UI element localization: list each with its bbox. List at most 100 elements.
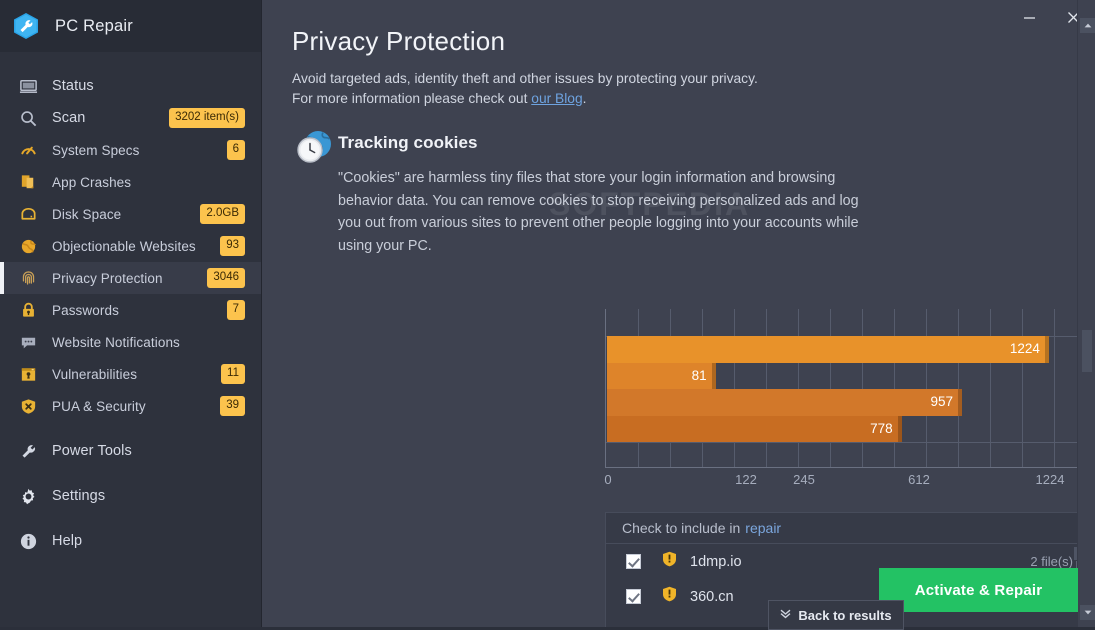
sidebar-item-status[interactable]: Status (0, 70, 261, 102)
sidebar-item-power-tools[interactable]: Power Tools (0, 435, 261, 467)
gauge-icon (18, 140, 39, 161)
page-subtitle-line2-pre: For more information please check out (292, 91, 532, 106)
tracking-cookies-chart: 1224 81 957 778 0 122 245 612 1224 (604, 309, 1090, 487)
page-content: Privacy Protection Avoid targeted ads, i… (262, 0, 1095, 257)
sidebar-badge: 93 (220, 235, 245, 257)
sidebar-item-website-notifications[interactable]: Website Notifications (0, 326, 261, 358)
sidebar-item-system-specs[interactable]: System Specs 6 (0, 134, 261, 166)
back-to-results-button[interactable]: Back to results (768, 600, 904, 630)
section-description: "Cookies" are harmless tiny files that s… (338, 170, 859, 254)
chart-x-tick: 0 (604, 472, 612, 487)
sidebar-item-label: Settings (52, 488, 106, 504)
sidebar-item-label: System Specs (52, 142, 140, 158)
row-file-count: 2 file(s) (1030, 554, 1073, 569)
lock-icon (18, 300, 39, 321)
sidebar-badge: 11 (221, 363, 245, 385)
sidebar-item-label: Help (52, 533, 83, 549)
sidebar-item-privacy-protection[interactable]: Privacy Protection 3046 (0, 262, 261, 294)
fingerprint-icon (18, 268, 39, 289)
sidebar-item-label: Scan (52, 110, 86, 126)
sidebar-badge: 7 (226, 299, 245, 321)
sidebar-item-help[interactable]: Help (0, 525, 261, 557)
sidebar-item-label: Disk Space (52, 206, 122, 222)
row-checkbox[interactable] (626, 554, 641, 569)
list-header: Check to include in repair (606, 513, 1089, 544)
gear-icon (18, 486, 39, 507)
chart-x-axis: 0 122 245 612 1224 (604, 472, 1090, 492)
sidebar-badge: 3202 item(s) (169, 107, 245, 129)
sidebar-item-label: Power Tools (52, 443, 132, 459)
page-subtitle: Avoid targeted ads, identity theft and o… (292, 69, 837, 109)
chart-bar (607, 415, 902, 442)
chart-x-tick: 245 (793, 472, 815, 487)
sidebar-item-passwords[interactable]: Passwords 7 (0, 294, 261, 326)
sidebar-item-disk-space[interactable]: Disk Space 2.0GB (0, 198, 261, 230)
chart-x-tick: 1224 (1035, 472, 1065, 487)
vulnerability-icon (18, 364, 39, 385)
sidebar: PC Repair Status Scan 3202 item(s) Syste… (0, 0, 262, 630)
page-subtitle-line1: Avoid targeted ads, identity theft and o… (292, 71, 758, 86)
warning-shield-icon (662, 586, 677, 607)
chart-bar-row-chrome: 778 (607, 415, 1090, 442)
files-icon (18, 172, 39, 193)
chart-bar-row-firefox: 1224 (607, 336, 1090, 363)
chart-bar-row-edge: 81 (607, 362, 1090, 389)
tracking-cookies-body: Tracking cookies "Cookies" are harmless … (338, 127, 1095, 257)
section-title: Tracking cookies (338, 133, 478, 152)
sidebar-item-label: Status (52, 78, 94, 94)
sidebar-item-label: Passwords (52, 302, 119, 318)
minimize-button[interactable] (1007, 0, 1051, 34)
activate-and-repair-button[interactable]: Activate & Repair (879, 568, 1078, 612)
wrench-icon (18, 441, 39, 462)
sidebar-item-label: Privacy Protection (52, 270, 163, 286)
sidebar-item-label: Vulnerabilities (52, 366, 138, 382)
sidebar-item-app-crashes[interactable]: App Crashes (0, 166, 261, 198)
chat-bubble-icon (18, 332, 39, 353)
main-content: Privacy Protection Avoid targeted ads, i… (262, 0, 1095, 630)
sidebar-item-objectionable-websites[interactable]: Objectionable Websites 93 (0, 230, 261, 262)
scroll-down-arrow[interactable] (1080, 605, 1095, 620)
chart-x-tick: 612 (908, 472, 930, 487)
chart-plot-area: 1224 81 957 778 (605, 309, 1090, 468)
page-title: Privacy Protection (292, 26, 506, 56)
chart-bar-value: 778 (870, 420, 893, 436)
tracking-cookies-section: Tracking cookies "Cookies" are harmless … (292, 127, 1095, 257)
main-scroll-thumb[interactable] (1082, 330, 1092, 372)
chart-bar (607, 389, 962, 416)
chart-bars: 1224 81 957 778 (607, 336, 1090, 442)
repair-link[interactable]: repair (745, 520, 781, 536)
sidebar-item-pua-security[interactable]: PUA & Security 39 (0, 390, 261, 422)
row-label: 1dmp.io (690, 553, 742, 570)
sidebar-item-label: App Crashes (52, 174, 132, 190)
pc-repair-window: PC Repair Status Scan 3202 item(s) Syste… (0, 0, 1095, 630)
row-checkbox[interactable] (626, 589, 641, 604)
globe-icon (18, 236, 39, 257)
app-brand: PC Repair (0, 0, 261, 52)
our-blog-link[interactable]: our Blog (531, 91, 582, 106)
sidebar-item-vulnerabilities[interactable]: Vulnerabilities 11 (0, 358, 261, 390)
chevron-double-down-icon (780, 609, 791, 622)
info-icon (18, 531, 39, 552)
page-subtitle-line2-post: . (582, 91, 587, 106)
sidebar-item-scan[interactable]: Scan 3202 item(s) (0, 102, 261, 134)
sidebar-item-label: Objectionable Websites (52, 238, 196, 254)
warning-shield-icon (662, 551, 677, 572)
sidebar-item-label: Website Notifications (52, 334, 180, 350)
chart-bar-row-opera: 957 (607, 389, 1090, 416)
sidebar-badge: 6 (226, 139, 245, 161)
sidebar-badge: 3046 (207, 267, 245, 289)
chart-bar-value: 81 (691, 367, 707, 383)
scroll-up-arrow[interactable] (1080, 18, 1095, 33)
shield-x-icon (18, 396, 39, 417)
list-header-text: Check to include in (622, 520, 741, 536)
gridline (606, 442, 1090, 443)
chart-x-tick: 122 (735, 472, 757, 487)
chart-bar-value: 1224 (1009, 341, 1040, 356)
magnifier-icon (18, 108, 39, 129)
sidebar-item-settings[interactable]: Settings (0, 480, 261, 512)
monitor-icon (18, 76, 39, 97)
back-to-results-label: Back to results (798, 607, 892, 623)
main-scrollbar[interactable] (1077, 0, 1095, 630)
chart-bar-value: 957 (930, 394, 954, 409)
row-label: 360.cn (690, 588, 734, 605)
